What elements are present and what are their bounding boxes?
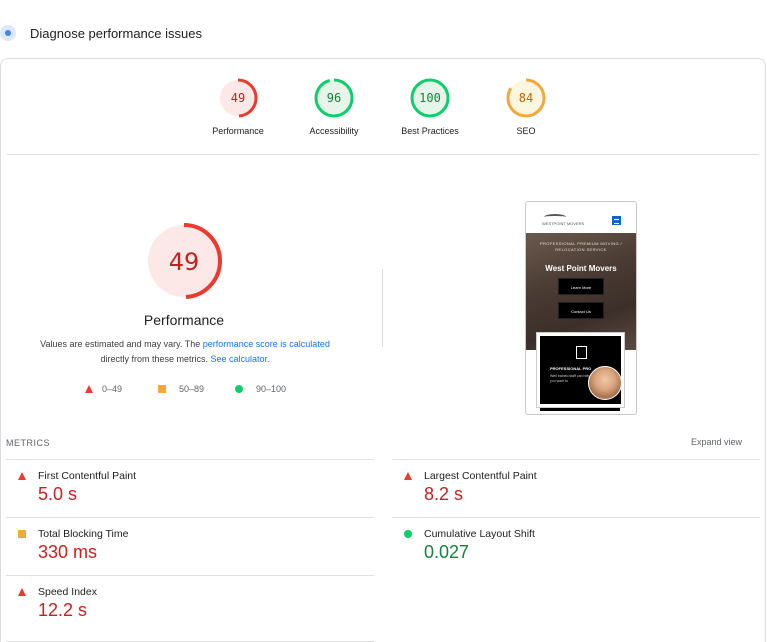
metric-speed-index: Speed Index 12.2 s (6, 575, 374, 633)
metric-value: 5.0 s (38, 484, 78, 504)
gauge-ring-seo: 84 (506, 78, 546, 118)
gauge-label: Performance (212, 126, 264, 136)
estimate-text: directly from these metrics. (100, 354, 211, 364)
legend-label: 0–49 (102, 384, 123, 394)
site-logo: WESTPOINT MOVERS (540, 214, 584, 228)
gauge-score: 84 (519, 91, 533, 105)
hero-subtitle: PROFESSIONAL PREMIUM MOVING / RELOCATION… (539, 241, 623, 252)
legend-pass: 90–100 (235, 384, 286, 394)
estimate-text: Values are estimated and may vary. The (40, 339, 203, 349)
square-icon (158, 385, 166, 393)
triangle-icon (18, 588, 26, 596)
metric-largest-contentful-paint: Largest Contentful Paint 8.2 s (392, 459, 760, 517)
triangle-icon (404, 472, 412, 480)
gauge-label: SEO (516, 126, 536, 136)
metric-cumulative-layout-shift: Cumulative Layout Shift 0.027 (392, 517, 760, 575)
metric-name: Total Blocking Time (38, 528, 129, 540)
building-icon (576, 346, 587, 359)
gauge-ring-best-practices: 100 (410, 78, 450, 118)
card-text: Well trained staff can help you want to (550, 374, 591, 383)
vertical-divider (382, 269, 383, 347)
metric-value: 330 ms (38, 542, 98, 562)
avatar (588, 366, 622, 400)
metrics-title: METRICS (6, 438, 50, 448)
gauge-label: Best Practices (401, 126, 459, 136)
legend-label: 50–89 (179, 384, 205, 394)
performance-gauge-large: 49 (146, 223, 222, 299)
gauge-accessibility[interactable]: 96 Accessibility (294, 77, 374, 136)
triangle-icon (85, 385, 93, 393)
see-calculator-link[interactable]: See calculator. (210, 354, 269, 364)
score-gauges: 49 Performance 96 Accessibility 100 Best… (1, 59, 767, 155)
hero-contact-button: Contact Us (558, 302, 604, 319)
gauge-ring-accessibility: 96 (314, 78, 354, 118)
metric-total-blocking-time: Total Blocking Time 330 ms (6, 517, 374, 575)
gauge-score: 49 (231, 91, 245, 105)
gauge-best-practices[interactable]: 100 Best Practices (390, 77, 470, 136)
circle-icon (235, 385, 243, 393)
hamburger-menu-icon (612, 216, 621, 225)
section-title: Diagnose performance issues (30, 26, 202, 41)
gauge-score: 96 (327, 91, 341, 105)
metric-name: Largest Contentful Paint (424, 470, 537, 482)
metric-value: 12.2 s (38, 600, 88, 620)
screenshot-header: WESTPOINT MOVERS (526, 202, 636, 234)
lighthouse-icon (0, 25, 16, 41)
report-card: 49 Performance 96 Accessibility 100 Best… (0, 58, 766, 642)
gauge-ring-performance: 49 (218, 78, 258, 118)
score-estimate-note: Values are estimated and may vary. The p… (21, 337, 349, 367)
metric-name: Cumulative Layout Shift (424, 528, 535, 540)
metric-value: 8.2 s (424, 484, 464, 504)
square-icon (18, 530, 26, 538)
hero-learn-more-button: Learn More (558, 278, 604, 295)
performance-score-link[interactable]: performance score is calculated (203, 339, 330, 349)
gauge-label: Accessibility (309, 126, 359, 136)
card-title: PROFESSIONAL PRO (550, 366, 592, 371)
legend-label: 90–100 (256, 384, 287, 394)
screenshot-bottom-bar (540, 408, 620, 411)
metric-first-contentful-paint: First Contentful Paint 5.0 s (6, 459, 374, 517)
legend-average: 50–89 (158, 384, 204, 394)
gauge-performance[interactable]: 49 Performance (198, 77, 278, 136)
final-screenshot[interactable]: WESTPOINT MOVERS PROFESSIONAL PREMIUM MO… (525, 201, 637, 415)
expand-view-button[interactable]: Expand view (691, 437, 742, 447)
gauge-score: 100 (419, 91, 441, 105)
metric-name: First Contentful Paint (38, 470, 137, 482)
metric-value: 0.027 (424, 542, 470, 562)
legend-fail: 0–49 (85, 384, 122, 394)
hero-title: West Point Movers (545, 264, 617, 273)
section-header: Diagnose performance issues (0, 20, 767, 48)
divider (7, 154, 759, 155)
gauge-seo[interactable]: 84 SEO (486, 77, 566, 136)
metric-name: Speed Index (38, 586, 97, 598)
triangle-icon (18, 472, 26, 480)
circle-icon (404, 530, 412, 538)
performance-label-large: Performance (143, 312, 225, 328)
performance-score-large: 49 (169, 248, 200, 276)
